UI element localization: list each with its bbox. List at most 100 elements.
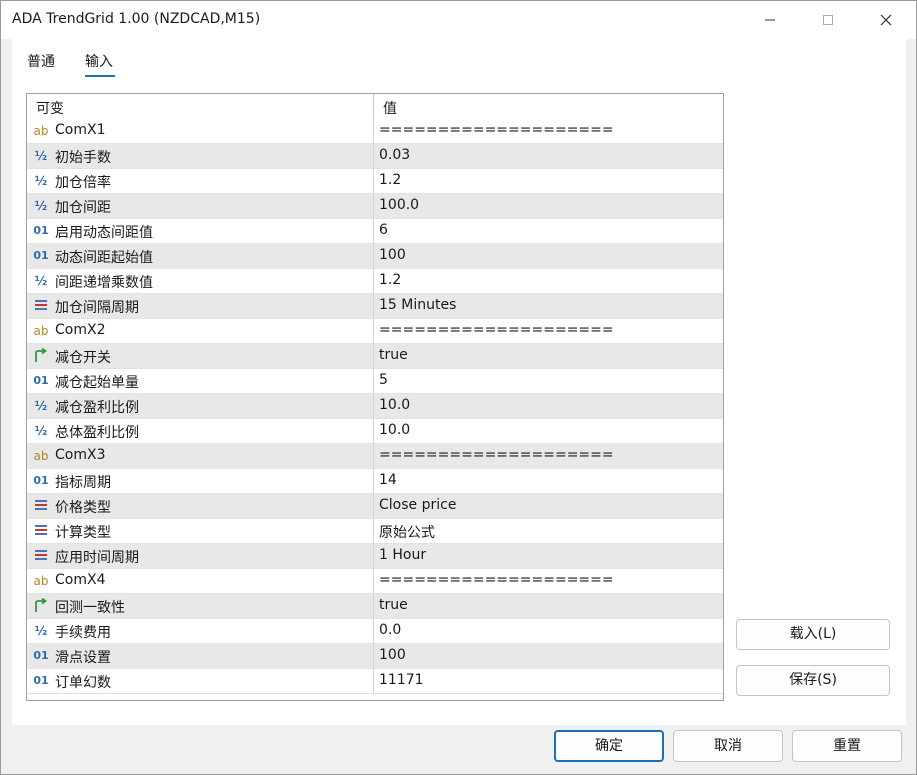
integer-type-icon: 01 — [33, 674, 49, 687]
row-value-cell[interactable]: ==================== — [379, 447, 614, 463]
enum-type-icon — [31, 497, 51, 515]
table-row[interactable]: ½ 总体盈利比例 10.0 — [27, 419, 723, 444]
row-value-cell[interactable]: 100.0 — [379, 197, 419, 213]
maximize-button[interactable] — [805, 1, 851, 39]
row-variable-name: ComX4 — [55, 572, 106, 588]
table-row[interactable]: 回测一致性 true — [27, 594, 723, 619]
row-value-cell[interactable]: 1.2 — [379, 272, 401, 288]
table-row[interactable]: ab ComX2 ==================== — [27, 319, 723, 344]
tab-inputs[interactable]: 输入 — [85, 51, 113, 71]
row-variable-name: 加仓间距 — [55, 200, 111, 216]
bool-type-icon — [31, 597, 51, 615]
cell-separator — [373, 294, 374, 319]
table-row[interactable]: 计算类型 原始公式 — [27, 519, 723, 544]
row-value-cell[interactable]: 10.0 — [379, 397, 410, 413]
cancel-button[interactable]: 取消 — [673, 730, 783, 762]
row-value-cell[interactable]: 10.0 — [379, 422, 410, 438]
row-value-cell[interactable]: 原始公式 — [379, 522, 435, 542]
window-title: ADA TrendGrid 1.00 (NZDCAD,M15) — [12, 11, 261, 27]
row-variable-name: ComX2 — [55, 322, 106, 338]
table-row[interactable]: ½ 加仓间距 100.0 — [27, 194, 723, 219]
active-tab-indicator — [85, 75, 115, 77]
row-value-cell[interactable]: 11171 — [379, 672, 424, 688]
cell-separator — [373, 344, 374, 369]
row-value-cell[interactable]: 1 Hour — [379, 547, 426, 563]
row-variable-name: 滑点设置 — [55, 650, 111, 666]
load-button[interactable]: 载入(L) — [736, 619, 890, 650]
table-row[interactable]: 01 启用动态间距值 6 — [27, 219, 723, 244]
cell-separator — [373, 594, 374, 619]
double-type-icon: ½ — [34, 424, 48, 438]
row-variable-name: 订单幻数 — [55, 675, 111, 691]
column-header-variable[interactable]: 可变 — [36, 98, 64, 118]
integer-type-icon: 01 — [33, 374, 49, 387]
row-value-cell[interactable]: ==================== — [379, 322, 614, 338]
row-value-cell[interactable]: 14 — [379, 472, 397, 488]
row-value-cell[interactable]: true — [379, 597, 408, 613]
column-header-value[interactable]: 值 — [383, 98, 397, 118]
grid-header: 可变 值 — [27, 94, 723, 120]
row-variable-name: 指标周期 — [55, 475, 111, 491]
row-value-cell[interactable]: ==================== — [379, 572, 614, 588]
table-row[interactable]: ½ 减仓盈利比例 10.0 — [27, 394, 723, 419]
row-variable-name: ComX3 — [55, 447, 106, 463]
row-variable-name: 间距递增乘数值 — [55, 275, 153, 291]
row-variable-name: 价格类型 — [55, 500, 111, 516]
row-value-cell[interactable]: true — [379, 347, 408, 363]
row-value-cell[interactable]: 1.2 — [379, 172, 401, 188]
cell-separator — [373, 419, 374, 444]
table-row[interactable]: ab ComX3 ==================== — [27, 444, 723, 469]
row-value-cell[interactable]: 5 — [379, 372, 388, 388]
table-row[interactable]: 01 动态间距起始值 100 — [27, 244, 723, 269]
table-row[interactable]: 01 订单幻数 11171 — [27, 669, 723, 694]
table-row[interactable]: ½ 手续费用 0.0 — [27, 619, 723, 644]
row-variable-name: 初始手数 — [55, 150, 111, 166]
row-value-cell[interactable]: 0.0 — [379, 622, 401, 638]
row-variable-name: 减仓起始单量 — [55, 375, 139, 391]
row-value-cell[interactable]: Close price — [379, 497, 456, 513]
save-button[interactable]: 保存(S) — [736, 665, 890, 696]
row-variable-name: 加仓倍率 — [55, 175, 111, 191]
table-row[interactable]: ab ComX4 ==================== — [27, 569, 723, 594]
row-value-cell[interactable]: ==================== — [379, 122, 614, 138]
close-button[interactable] — [863, 1, 909, 39]
cell-separator — [373, 619, 374, 644]
reset-button[interactable]: 重置 — [792, 730, 902, 762]
table-row[interactable]: ½ 间距递增乘数值 1.2 — [27, 269, 723, 294]
cell-separator — [373, 119, 374, 144]
table-row[interactable]: 01 滑点设置 100 — [27, 644, 723, 669]
table-row[interactable]: 加仓间隔周期 15 Minutes — [27, 294, 723, 319]
text-type-icon: ab — [33, 574, 49, 588]
table-row[interactable]: 应用时间周期 1 Hour — [27, 544, 723, 569]
row-value-cell[interactable]: 100 — [379, 247, 406, 263]
column-separator[interactable] — [373, 94, 374, 119]
text-type-icon: ab — [33, 449, 49, 463]
double-type-icon: ½ — [34, 399, 48, 413]
table-row[interactable]: ab ComX1 ==================== — [27, 119, 723, 144]
text-type-icon: ab — [33, 324, 49, 338]
row-value-cell[interactable]: 100 — [379, 647, 406, 663]
integer-type-icon: 01 — [33, 649, 49, 662]
row-value-cell[interactable]: 0.03 — [379, 147, 410, 163]
row-variable-name: 回测一致性 — [55, 600, 125, 616]
ok-button[interactable]: 确定 — [554, 730, 664, 762]
minimize-button[interactable] — [747, 1, 793, 39]
table-row[interactable]: 01 指标周期 14 — [27, 469, 723, 494]
table-row[interactable]: 价格类型 Close price — [27, 494, 723, 519]
table-row[interactable]: ½ 加仓倍率 1.2 — [27, 169, 723, 194]
table-row[interactable]: ½ 初始手数 0.03 — [27, 144, 723, 169]
cell-separator — [373, 169, 374, 194]
table-row[interactable]: 01 减仓起始单量 5 — [27, 369, 723, 394]
cell-separator — [373, 644, 374, 669]
cell-separator — [373, 444, 374, 469]
text-type-icon: ab — [33, 124, 49, 138]
row-value-cell[interactable]: 15 Minutes — [379, 297, 456, 313]
row-variable-name: 减仓盈利比例 — [55, 400, 139, 416]
cell-separator — [373, 269, 374, 294]
tab-general[interactable]: 普通 — [27, 51, 55, 71]
row-value-cell[interactable]: 6 — [379, 222, 388, 238]
double-type-icon: ½ — [34, 624, 48, 638]
cell-separator — [373, 544, 374, 569]
cell-separator — [373, 144, 374, 169]
table-row[interactable]: 减仓开关 true — [27, 344, 723, 369]
